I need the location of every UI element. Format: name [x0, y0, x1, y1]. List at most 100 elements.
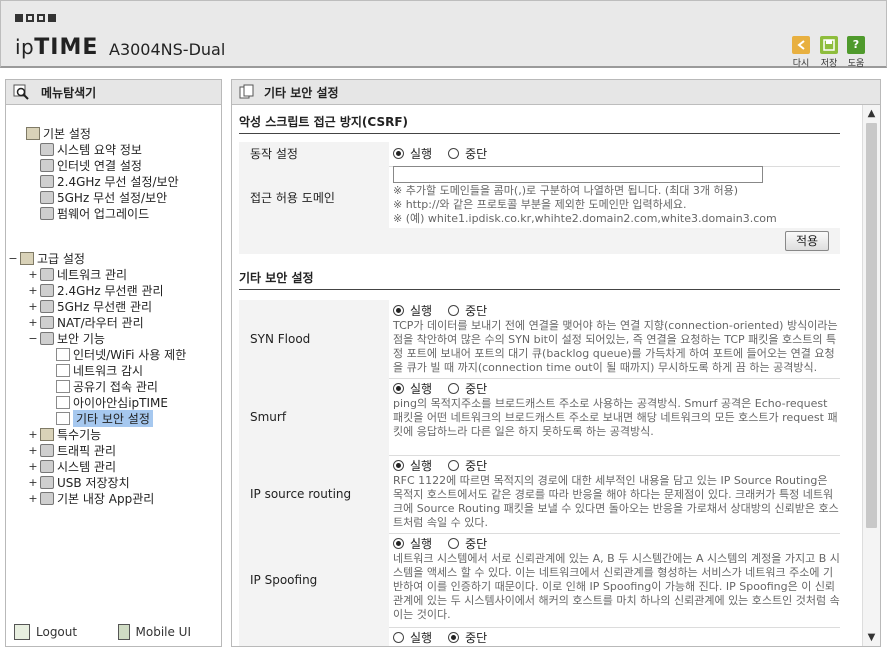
- menu-item[interactable]: 기타 보안 설정: [44, 409, 153, 427]
- menu-item-label: 보안 기능: [57, 331, 105, 346]
- menu-item[interactable]: +5GHz 무선랜 관리: [28, 298, 152, 314]
- menu-item[interactable]: + 기본 내장 App관리: [28, 490, 154, 506]
- run-radio[interactable]: 실행: [393, 535, 432, 552]
- radio-unselected-icon: [448, 383, 460, 394]
- menu-item[interactable]: − 보안 기능: [28, 330, 105, 346]
- menu-item[interactable]: 네트워크 감시: [44, 362, 143, 378]
- wireless-icon: [40, 190, 54, 204]
- scroll-down-icon[interactable]: ▼: [863, 629, 880, 646]
- content-title-bar: 기타 보안 설정: [232, 80, 880, 105]
- security-item-row: SYN Flood 실행 중단 TCP가 데이터를 보내기 전에 연결을 맺어야 하는…: [239, 300, 840, 379]
- menu-item[interactable]: 아이아안심ipTIME: [44, 394, 168, 410]
- stop-radio[interactable]: 중단: [448, 302, 487, 319]
- back-button[interactable]: 다시: [789, 36, 813, 69]
- csrf-stop-label: 중단: [465, 147, 488, 161]
- csrf-stop-radio[interactable]: 중단: [448, 145, 487, 162]
- wireless-icon: [40, 174, 54, 188]
- csrf-domain-input[interactable]: [393, 166, 763, 183]
- stop-label: 중단: [465, 631, 488, 645]
- run-label: 실행: [410, 304, 433, 318]
- content-panel: 기타 보안 설정 악성 스크립트 접근 방지(CSRF) 동작 설정 실행 중단…: [231, 79, 881, 647]
- menu-item[interactable]: 공유기 접속 관리: [44, 378, 158, 394]
- menu-explorer-title-bar: 메뉴탐색기: [6, 80, 221, 105]
- tree-expander-icon[interactable]: −: [8, 252, 18, 265]
- radio-unselected-icon: [448, 148, 460, 159]
- radio-selected-icon: [393, 538, 404, 549]
- menu-item-label: 네트워크 감시: [73, 363, 144, 378]
- save-button-label: 저장: [820, 59, 838, 69]
- tree-expander-icon[interactable]: +: [28, 460, 38, 473]
- menu-item-label: 네트워크 관리: [57, 267, 128, 282]
- tree-expander-icon[interactable]: +: [28, 284, 38, 297]
- menu-item[interactable]: 인터넷/WiFi 사용 제한: [44, 346, 186, 362]
- wireless-icon: [40, 283, 54, 297]
- system-icon: [40, 459, 54, 473]
- menu-item[interactable]: 인터넷 연결 설정: [28, 157, 142, 173]
- stop-radio[interactable]: 중단: [448, 629, 487, 646]
- menu-item-label: 2.4GHz 무선랜 관리: [57, 283, 164, 298]
- scrollbar-thumb[interactable]: [866, 123, 877, 528]
- menu-item[interactable]: + USB 저장장치: [28, 474, 130, 490]
- content-scrollbar[interactable]: ▲ ▼: [862, 105, 880, 646]
- menu-item[interactable]: − 고급 설정: [8, 250, 85, 266]
- menu-item[interactable]: + 네트워크 관리: [28, 266, 127, 282]
- tree-expander-icon[interactable]: +: [28, 476, 38, 489]
- radio-unselected-icon: [448, 305, 460, 316]
- folder-icon: [40, 427, 54, 441]
- security-item-label: [239, 627, 389, 646]
- menu-item[interactable]: +2.4GHz 무선랜 관리: [28, 282, 164, 298]
- menu-item[interactable]: 5GHz 무선 설정/보안: [28, 189, 167, 205]
- scroll-up-icon[interactable]: ▲: [863, 105, 880, 122]
- stop-label: 중단: [465, 459, 488, 473]
- run-radio[interactable]: 실행: [393, 629, 432, 646]
- stop-radio[interactable]: 중단: [448, 535, 487, 552]
- run-label: 실행: [410, 459, 433, 473]
- csrf-action-row: 동작 설정 실행 중단: [239, 142, 840, 167]
- menu-item-label: USB 저장장치: [57, 475, 130, 490]
- help-button[interactable]: ? 도움: [844, 36, 868, 69]
- menu-item-label: NAT/라우터 관리: [57, 315, 144, 330]
- menu-item-label: 인터넷/WiFi 사용 제한: [73, 347, 187, 362]
- mobile-ui-button[interactable]: Mobile UI: [117, 624, 191, 640]
- menu-explorer-title: 메뉴탐색기: [41, 85, 97, 100]
- menu-item[interactable]: + 트래픽 관리: [28, 442, 116, 458]
- menu-item-label: 펌웨어 업그레이드: [57, 206, 150, 221]
- security-item-label: Smurf: [239, 378, 389, 455]
- menu-item[interactable]: 기본 설정: [14, 125, 91, 141]
- menu-item[interactable]: + 시스템 관리: [28, 458, 116, 474]
- menu-item[interactable]: + NAT/라우터 관리: [28, 314, 144, 330]
- tree-expander-icon[interactable]: +: [28, 444, 38, 457]
- tree-expander-icon[interactable]: +: [28, 316, 38, 329]
- left-footer: Logout Mobile UI: [6, 618, 221, 646]
- menu-item[interactable]: + 특수기능: [28, 426, 101, 442]
- save-button[interactable]: 저장: [817, 36, 841, 69]
- lock-icon: [40, 331, 54, 345]
- stop-radio[interactable]: 중단: [448, 457, 487, 474]
- tree-expander-icon[interactable]: +: [28, 492, 38, 505]
- menu-item[interactable]: 2.4GHz 무선 설정/보안: [28, 173, 179, 189]
- other-security-section-title: 기타 보안 설정: [239, 269, 840, 290]
- stop-label: 중단: [465, 382, 488, 396]
- domain-help-1: ※ 추가할 도메인들을 콤마(,)로 구분하여 나열하면 됩니다. (최대 3개…: [393, 184, 739, 197]
- domain-help-3: ※ (예) white1.ipdisk.co.kr,whihte2.domain…: [393, 212, 777, 225]
- tree-expander-icon[interactable]: +: [28, 268, 38, 281]
- tree-expander-icon[interactable]: +: [28, 428, 38, 441]
- menu-item-label: 시스템 관리: [57, 459, 117, 474]
- run-radio[interactable]: 실행: [393, 457, 432, 474]
- folder-icon: [26, 126, 40, 140]
- menu-item[interactable]: 펌웨어 업그레이드: [28, 205, 149, 221]
- apply-button[interactable]: 적용: [785, 231, 829, 251]
- radio-selected-icon: [393, 305, 404, 316]
- page-icon: [56, 347, 70, 361]
- run-radio[interactable]: 실행: [393, 380, 432, 397]
- run-radio[interactable]: 실행: [393, 302, 432, 319]
- folder-icon: [20, 251, 34, 265]
- csrf-run-radio[interactable]: 실행: [393, 145, 432, 162]
- back-icon: [792, 36, 810, 54]
- menu-item[interactable]: 시스템 요약 정보: [28, 141, 142, 157]
- logout-button[interactable]: Logout: [14, 624, 77, 640]
- tree-expander-icon[interactable]: +: [28, 300, 38, 313]
- csrf-action-label: 동작 설정: [239, 142, 389, 166]
- tree-expander-icon[interactable]: −: [28, 332, 38, 345]
- stop-radio[interactable]: 중단: [448, 380, 487, 397]
